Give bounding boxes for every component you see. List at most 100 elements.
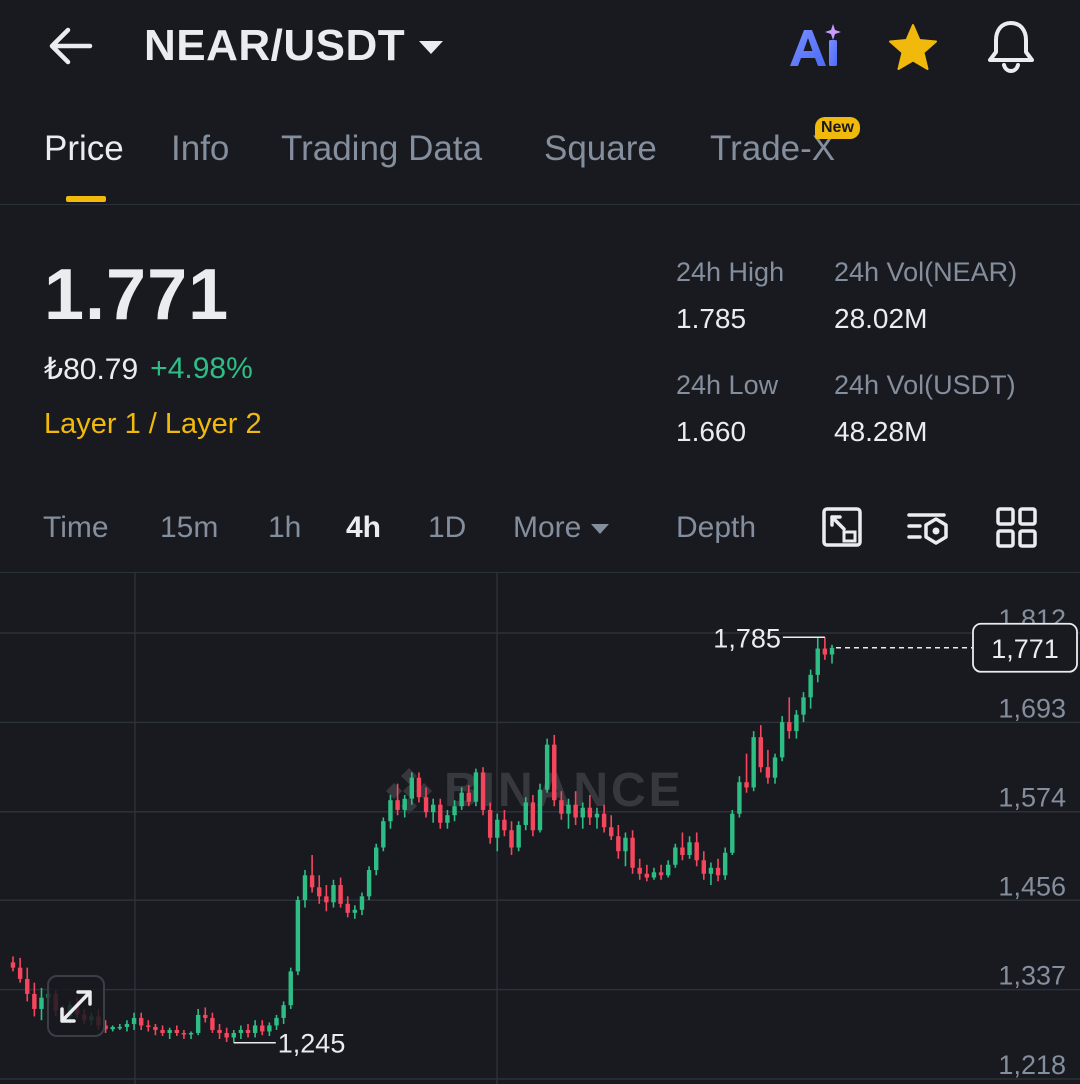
candle-body	[388, 800, 393, 822]
ai-button[interactable]	[786, 22, 844, 72]
candle-body	[794, 714, 799, 732]
candle-body	[167, 1029, 172, 1033]
indicator-settings-button[interactable]	[906, 505, 952, 551]
high-marker-label: 1,785	[713, 623, 781, 653]
candle-body	[765, 767, 771, 778]
candle-body	[10, 962, 16, 968]
candle-body	[153, 1026, 158, 1030]
candlestick-chart[interactable]: BINANCE 1,812 1,693 1,574 1,456 1,337 1,218 1,…	[0, 572, 1080, 1084]
new-badge: New	[815, 117, 860, 139]
candle-body	[601, 813, 607, 828]
candle-body	[772, 757, 778, 778]
candle-body	[580, 807, 585, 818]
tab-trading-data[interactable]: Trading Data	[281, 129, 482, 169]
candle-body	[210, 1017, 215, 1030]
candle-body	[25, 978, 30, 994]
back-arrow-icon	[49, 27, 93, 65]
candle-body	[352, 909, 358, 913]
candle-body	[473, 772, 479, 802]
grid-layout-button[interactable]	[994, 505, 1040, 551]
candle-body	[495, 819, 500, 838]
vol-base-value: 28.02M	[834, 303, 928, 334]
candle-body	[317, 887, 322, 897]
fullscreen-button[interactable]	[47, 975, 105, 1037]
candle-body	[694, 842, 699, 861]
interval-15m[interactable]: 15m	[160, 511, 218, 545]
candle-body	[701, 860, 707, 874]
candle-body	[651, 872, 657, 878]
current-price-label: 1,771	[991, 634, 1059, 664]
vol-quote-value: 48.28M	[834, 416, 928, 447]
candle-body	[687, 842, 692, 856]
pair-selector[interactable]: NEAR/USDT	[144, 18, 444, 74]
candle-body	[274, 1017, 279, 1026]
candle-body	[829, 647, 835, 655]
candle-body	[174, 1029, 180, 1033]
candle-body	[345, 903, 350, 913]
tab-price[interactable]: Price	[44, 129, 124, 169]
candle-body	[609, 827, 614, 837]
candle-body	[124, 1023, 130, 1027]
category-tag[interactable]: Layer 1 / Layer 2	[44, 408, 262, 441]
candle-body	[487, 809, 493, 838]
candle-body	[644, 873, 650, 878]
tab-info[interactable]: Info	[171, 129, 229, 169]
chart-settings-icon	[822, 507, 862, 547]
candle-body	[637, 867, 642, 874]
candle-body	[573, 804, 578, 818]
candle-body	[267, 1025, 272, 1032]
chevron-down-icon	[591, 524, 610, 535]
high-label: 24h High	[676, 257, 785, 287]
interval-4h[interactable]: 4h	[346, 511, 381, 545]
candle-body	[708, 867, 714, 874]
bell-icon	[988, 21, 1034, 74]
candle-body	[566, 804, 571, 814]
low-label: 24h Low	[676, 370, 779, 400]
candle-body	[730, 813, 735, 853]
interval-more-label: More	[513, 511, 582, 544]
chart-settings-button[interactable]	[820, 505, 866, 551]
candle-body	[523, 802, 528, 825]
interval-bar: Time 15m 1h 4h 1D More Depth	[0, 495, 1080, 565]
candle-body	[32, 993, 37, 1009]
candle-body	[452, 806, 457, 816]
low-value: 1.660	[676, 416, 747, 447]
candle-body	[224, 1032, 229, 1038]
candle-body	[737, 782, 742, 814]
candle-body	[416, 777, 422, 798]
candle-body	[359, 896, 365, 910]
candle-body	[680, 847, 685, 856]
favorite-button[interactable]	[886, 22, 940, 74]
candle-body	[288, 971, 293, 1006]
candle-body	[715, 867, 721, 876]
interval-depth[interactable]: Depth	[676, 511, 756, 545]
price-alert-button[interactable]	[984, 18, 1038, 74]
candle-body	[409, 777, 415, 799]
candle-body	[324, 896, 329, 903]
interval-1d[interactable]: 1D	[428, 511, 466, 545]
candle-body	[537, 789, 543, 831]
back-button[interactable]	[44, 22, 96, 70]
candle-body	[623, 837, 628, 852]
candle-body	[117, 1026, 123, 1029]
interval-1h[interactable]: 1h	[268, 511, 301, 545]
candle-body	[630, 837, 635, 868]
tab-square[interactable]: Square	[544, 129, 657, 169]
y-tick-label: 1,218	[998, 1050, 1066, 1080]
candle-body	[110, 1026, 115, 1030]
high-value: 1.785	[676, 303, 747, 334]
grid-layout-icon	[996, 507, 1037, 548]
interval-time[interactable]: Time	[43, 511, 109, 545]
candle-body	[544, 744, 550, 790]
candle-body	[480, 772, 486, 810]
candle-body	[381, 821, 386, 848]
candle-body	[245, 1029, 251, 1033]
interval-more[interactable]: More	[513, 511, 610, 545]
y-tick-label: 1,456	[998, 871, 1066, 901]
candle-body	[231, 1032, 236, 1038]
candle-body	[822, 648, 828, 655]
candle-body	[808, 674, 813, 698]
price-change: +4.98%	[150, 352, 253, 385]
candle-body	[131, 1017, 137, 1024]
candle-body	[238, 1029, 244, 1033]
